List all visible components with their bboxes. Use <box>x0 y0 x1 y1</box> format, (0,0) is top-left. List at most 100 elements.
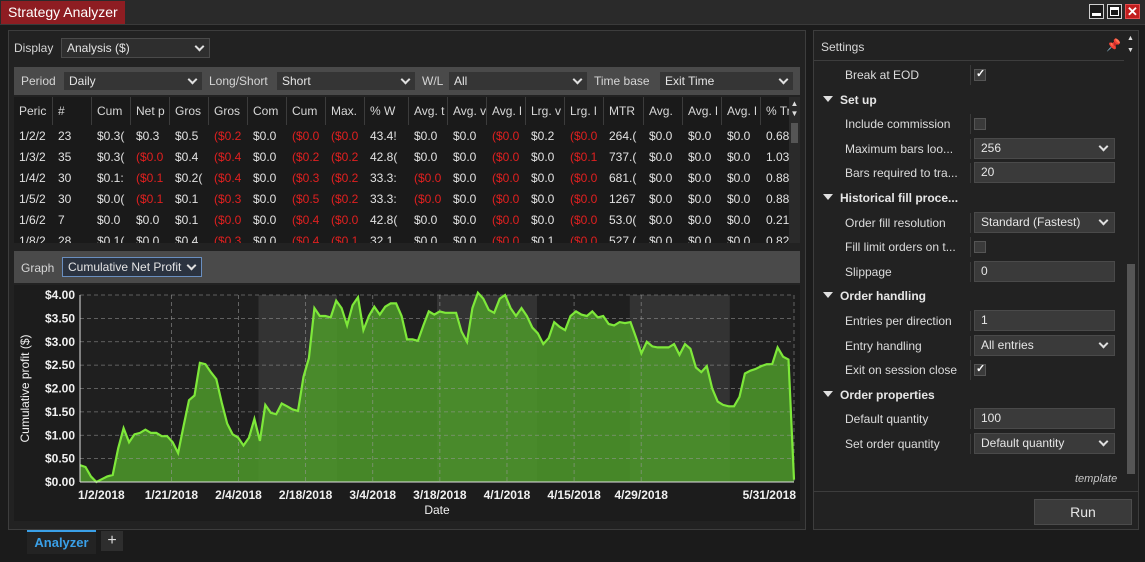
chevron-down-icon <box>778 74 789 85</box>
column-header[interactable]: Max. <box>326 97 365 125</box>
property-row: Slippage 0 <box>814 260 1122 284</box>
property-row: Maximum bars loo... 256 <box>814 137 1122 161</box>
graph-dropdown[interactable]: Cumulative Net Profit <box>62 257 202 277</box>
category-header[interactable]: Historical fill proce... <box>814 186 1122 210</box>
table-cell: $0.0 <box>414 213 438 227</box>
table-cell: $0.0 <box>688 171 712 185</box>
property-dropdown[interactable]: Default quantity <box>974 433 1115 454</box>
scroll-down-icon[interactable]: ▼ <box>790 109 799 119</box>
triangle-down-icon[interactable] <box>823 194 833 200</box>
column-header[interactable]: Cum <box>92 97 131 125</box>
column-header[interactable]: Net p <box>131 97 170 125</box>
pin-icon[interactable]: 📌 <box>1106 38 1121 52</box>
table-cell: $0.0 <box>253 192 277 206</box>
column-header[interactable]: Avg. l <box>487 97 526 125</box>
category-header[interactable]: Order properties <box>814 383 1122 407</box>
close-button[interactable]: ✕ <box>1125 4 1140 19</box>
table-cell: 1/6/2 <box>19 213 46 227</box>
column-header[interactable]: Avg. <box>644 97 683 125</box>
property-input[interactable]: 20 <box>974 162 1115 184</box>
table-cell: 30 <box>58 192 72 206</box>
table-cell: ($0.4 <box>292 234 320 243</box>
category-name: Set up <box>840 92 877 107</box>
table-cell: ($0.2 <box>331 150 359 164</box>
table-cell: ($0.2 <box>292 150 320 164</box>
property-dropdown[interactable]: All entries <box>974 334 1115 356</box>
run-button[interactable]: Run <box>1034 499 1132 525</box>
divider <box>970 409 971 430</box>
triangle-down-icon[interactable] <box>823 95 833 102</box>
period-dropdown[interactable]: Daily <box>63 71 203 91</box>
column-header[interactable]: Lrg. v <box>526 97 565 125</box>
maximize-button[interactable] <box>1107 4 1122 19</box>
table-row[interactable]: 1/2/2 23 $0.3($0.3 $0.5 ($0.2 $0.0 ($0.0 ($0.0 4… <box>14 126 789 147</box>
property-checkbox[interactable] <box>974 362 986 377</box>
column-header[interactable]: Gros <box>170 97 209 125</box>
column-header[interactable]: Lrg. l <box>565 97 604 125</box>
table-cell: $0.0 <box>531 171 555 185</box>
scroll-up-icon[interactable]: ▲ <box>1127 35 1134 42</box>
property-checkbox[interactable] <box>974 118 986 131</box>
table-cell: $0.0 <box>531 192 555 206</box>
table-row[interactable]: 1/6/2 7 $0.0 $0.0 $0.1 ($0.0 $0.0 ($0.4 ($0.0 42.… <box>14 210 789 231</box>
property-input[interactable]: 1 <box>974 310 1115 331</box>
column-header[interactable]: # <box>53 97 92 125</box>
column-header[interactable]: Peric <box>14 97 53 125</box>
scroll-up-icon[interactable]: ▲ <box>790 99 799 109</box>
column-header[interactable]: Avg. l <box>683 97 722 125</box>
table-cell: ($0.2 <box>331 192 359 206</box>
column-header[interactable]: Avg. l <box>722 97 761 125</box>
table-row[interactable]: 1/8/2 28 $0.1($0.0 $0.4 ($0.3 $0.0 ($0.4 ($0.1 3… <box>14 231 789 243</box>
table-cell: $0.0 <box>253 129 277 143</box>
table-scroll-thumb[interactable] <box>791 123 798 143</box>
settings-scroll-thumb[interactable] <box>1127 264 1135 474</box>
display-dropdown[interactable]: Analysis ($) <box>61 38 210 58</box>
table-row[interactable]: 1/3/2 35 $0.3(($0.0 $0.4 ($0.4 $0.0 ($0.2 ($0.2… <box>14 147 789 168</box>
property-checkbox[interactable] <box>974 241 986 254</box>
property-row: Exit on session close <box>814 358 1122 382</box>
column-header[interactable]: Avg. v <box>448 97 487 125</box>
scroll-down-icon[interactable]: ▼ <box>1127 47 1134 54</box>
tab-analyzer[interactable]: Analyzer <box>27 530 96 554</box>
chevron-down-icon <box>1098 338 1109 349</box>
table-cell: $0.0 <box>253 213 277 227</box>
period-label: Period <box>21 74 56 88</box>
column-header[interactable]: Com <box>248 97 287 125</box>
triangle-down-icon[interactable] <box>823 292 833 299</box>
table-cell: ($0.1 <box>331 234 359 243</box>
table-cell: $0.1( <box>97 234 125 243</box>
chevron-down-icon <box>1098 215 1109 226</box>
table-row[interactable]: 1/5/2 30 $0.0(($0.1 $0.1 ($0.3 $0.0 ($0.5 ($0.2… <box>14 189 789 210</box>
table-cell: 737.( <box>609 150 637 164</box>
category-header[interactable]: Set up <box>814 88 1122 112</box>
column-header[interactable]: Gros <box>209 97 248 125</box>
property-dropdown[interactable]: Standard (Fastest) <box>974 211 1115 233</box>
table-cell: $0.0 <box>136 213 160 227</box>
table-scrollbar[interactable]: ▲ ▼ <box>789 97 800 243</box>
column-header[interactable]: Cum <box>287 97 326 125</box>
chevron-down-icon <box>1098 141 1109 152</box>
property-name: Exit on session close <box>845 363 958 378</box>
table-cell: ($0.0 <box>414 192 442 206</box>
property-input[interactable]: 100 <box>974 408 1115 430</box>
column-header[interactable]: % W <box>365 97 409 125</box>
wl-dropdown[interactable]: All <box>448 71 588 91</box>
template-link[interactable]: template <box>1075 473 1117 485</box>
property-checkbox[interactable] <box>974 67 986 81</box>
add-tab-button[interactable]: + <box>101 531 123 551</box>
triangle-down-icon[interactable] <box>823 390 833 397</box>
settings-scrollbar[interactable]: ▲ ▼ <box>1124 31 1138 486</box>
property-input[interactable]: 0 <box>974 260 1115 282</box>
column-header[interactable]: Avg. t <box>409 97 448 125</box>
category-header[interactable]: Order handling <box>814 284 1122 308</box>
property-dropdown[interactable]: 256 <box>974 137 1115 159</box>
minimize-button[interactable] <box>1089 4 1104 19</box>
table-cell: $0.0 <box>253 150 277 164</box>
table-cell: $0.0 <box>453 129 477 143</box>
table-cell: ($0.2 <box>331 171 359 185</box>
column-header[interactable]: MTR <box>604 97 644 125</box>
longshort-dropdown[interactable]: Short <box>276 71 416 91</box>
x-axis-label: Date <box>424 503 450 517</box>
timebase-dropdown[interactable]: Exit Time <box>659 71 794 91</box>
table-row[interactable]: 1/4/2 30 $0.1: ($0.1 $0.2(($0.4 $0.0 ($0.3 ($0.… <box>14 168 789 189</box>
